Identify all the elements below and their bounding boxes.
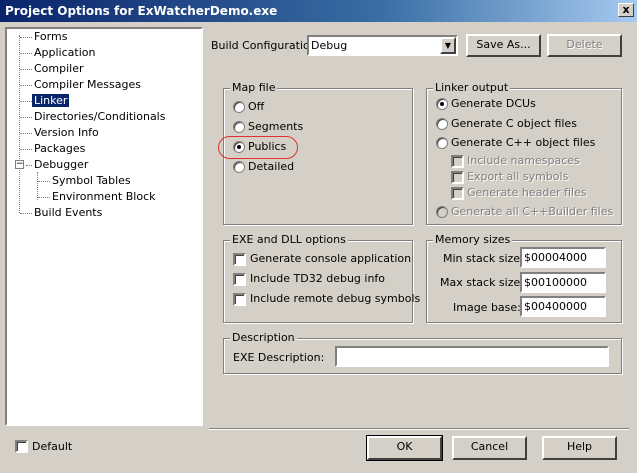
tree-item-compiler[interactable]: Compiler <box>34 62 84 75</box>
close-icon: x <box>622 3 630 16</box>
generate-cpp-object-label: Generate C++ object files <box>451 136 596 149</box>
build-configuration-select[interactable]: Debug ▼ <box>307 35 458 56</box>
generate-c-object-label: Generate C object files <box>451 117 577 130</box>
min-stack-size-label: Min stack size: <box>443 252 524 265</box>
generate-c-object-radio[interactable] <box>436 118 448 130</box>
build-configuration-label: Build Configuration <box>211 39 317 52</box>
chevron-down-icon[interactable]: ▼ <box>440 37 456 54</box>
collapse-icon[interactable]: − <box>15 160 24 169</box>
map-off-radio[interactable] <box>233 101 245 113</box>
include-remote-debug-label: Include remote debug symbols <box>250 292 421 305</box>
generate-console-checkbox[interactable] <box>233 253 246 266</box>
export-all-symbols-checkbox[interactable] <box>451 171 464 184</box>
tree-item-directories-conditionals[interactable]: Directories/Conditionals <box>34 110 165 123</box>
map-segments-label: Segments <box>248 120 304 133</box>
exe-dll-options-legend: EXE and DLL options <box>230 233 348 246</box>
description-legend: Description <box>230 331 297 344</box>
help-button[interactable]: Help <box>542 436 617 460</box>
max-stack-size-label: Max stack size: <box>440 276 524 289</box>
export-all-symbols-label: Export all symbols <box>467 170 569 183</box>
window-title: Project Options for ExWatcherDemo.exe <box>5 4 278 18</box>
map-file-legend: Map file <box>230 81 278 94</box>
generate-header-files-label: Generate header files <box>467 186 587 199</box>
min-stack-size-input[interactable]: $00004000 <box>520 247 606 268</box>
default-label: Default <box>32 440 73 453</box>
generate-header-files-checkbox[interactable] <box>451 187 464 200</box>
tree-line <box>37 172 38 200</box>
delete-button[interactable]: Delete <box>547 34 622 57</box>
image-base-input[interactable]: $00400000 <box>520 296 606 317</box>
map-detailed-label: Detailed <box>248 160 295 173</box>
save-as-button[interactable]: Save As... <box>466 34 541 57</box>
tree-item-application[interactable]: Application <box>34 46 95 59</box>
include-td32-checkbox[interactable] <box>233 273 246 286</box>
generate-dcus-label: Generate DCUs <box>451 97 536 110</box>
tree-item-debugger[interactable]: Debugger <box>34 158 88 171</box>
generate-cpp-object-radio[interactable] <box>436 137 448 149</box>
exe-description-label: EXE Description: <box>233 351 325 364</box>
generate-all-cppbuilder-label: Generate all C++Builder files <box>451 205 614 218</box>
footer-separator <box>209 428 629 430</box>
include-namespaces-label: Include namespaces <box>467 154 580 167</box>
max-stack-size-input[interactable]: $00100000 <box>520 272 606 293</box>
map-detailed-radio[interactable] <box>233 161 245 173</box>
build-configuration-value: Debug <box>311 39 348 52</box>
title-bar: Project Options for ExWatcherDemo.exe x <box>0 0 637 22</box>
include-td32-label: Include TD32 debug info <box>250 272 386 285</box>
tree-item-compiler-messages[interactable]: Compiler Messages <box>34 78 141 91</box>
options-tree[interactable]: Forms Application Compiler Compiler Mess… <box>5 27 203 426</box>
generate-console-label: Generate console application <box>250 252 412 265</box>
generate-all-cppbuilder-radio[interactable] <box>436 206 448 218</box>
map-off-label: Off <box>248 100 265 113</box>
image-base-label: Image base: <box>453 301 521 314</box>
tree-item-version-info[interactable]: Version Info <box>34 126 99 139</box>
ok-button[interactable]: OK <box>366 435 443 461</box>
map-segments-radio[interactable] <box>233 121 245 133</box>
tree-item-packages[interactable]: Packages <box>34 142 85 155</box>
tree-item-build-events[interactable]: Build Events <box>34 206 102 219</box>
linker-output-legend: Linker output <box>433 81 511 94</box>
exe-description-input[interactable] <box>335 346 609 367</box>
tree-item-environment-block[interactable]: Environment Block <box>52 190 156 203</box>
include-remote-debug-checkbox[interactable] <box>233 293 246 306</box>
memory-sizes-legend: Memory sizes <box>433 233 513 246</box>
default-checkbox[interactable] <box>15 440 28 453</box>
generate-dcus-radio[interactable] <box>436 98 448 110</box>
cancel-button[interactable]: Cancel <box>452 436 527 460</box>
tree-item-symbol-tables[interactable]: Symbol Tables <box>52 174 131 187</box>
tree-item-forms[interactable]: Forms <box>34 30 67 43</box>
include-namespaces-checkbox[interactable] <box>451 155 464 168</box>
close-button[interactable]: x <box>618 3 634 17</box>
publics-highlight-annotation <box>218 136 298 159</box>
tree-item-linker[interactable]: Linker <box>32 94 70 107</box>
tree-line <box>19 35 20 213</box>
